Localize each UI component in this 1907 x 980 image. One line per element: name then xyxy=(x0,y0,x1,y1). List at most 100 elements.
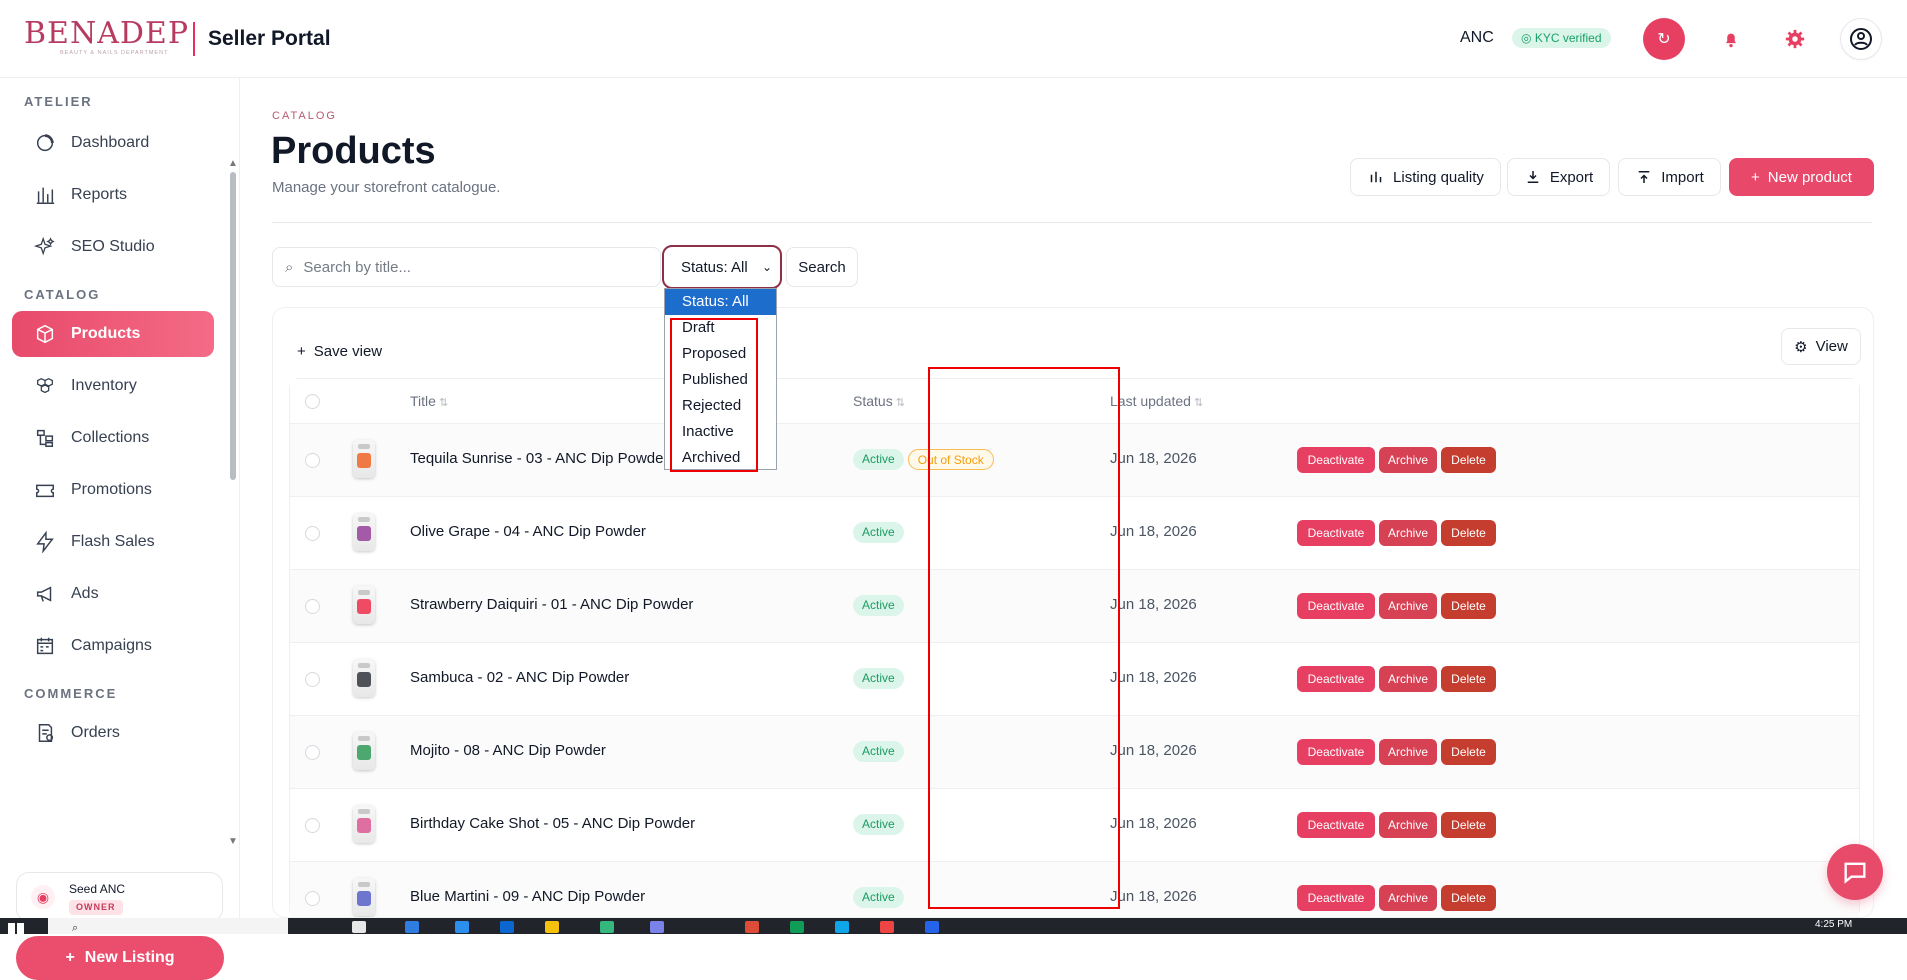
store-icon[interactable] xyxy=(455,921,469,933)
product-title[interactable]: Strawberry Daiquiri - 01 - ANC Dip Powde… xyxy=(410,596,693,613)
product-title[interactable]: Tequila Sunrise - 03 - ANC Dip Powder xyxy=(410,450,668,467)
sidebar-scrollbar[interactable]: ▲ ▼ xyxy=(227,156,239,852)
status-option-all[interactable]: Status: All xyxy=(665,289,776,315)
account-card[interactable]: ◉ Seed ANC OWNER xyxy=(16,872,223,922)
title-search[interactable]: ⌕ xyxy=(272,247,661,287)
teams-icon[interactable] xyxy=(650,921,664,933)
view-options-button[interactable]: ⚙ View xyxy=(1781,328,1861,365)
select-all-checkbox[interactable] xyxy=(305,394,320,409)
product-thumbnail[interactable] xyxy=(353,586,375,624)
scroll-thumb[interactable] xyxy=(230,172,236,480)
delete-button[interactable]: Delete xyxy=(1441,520,1496,546)
taskbar-search[interactable]: ⌕ xyxy=(48,918,288,934)
sidebar-item-dashboard[interactable]: Dashboard xyxy=(12,120,214,166)
deactivate-button[interactable]: Deactivate xyxy=(1297,447,1375,473)
archive-button[interactable]: Archive xyxy=(1379,812,1437,838)
export-button[interactable]: Export xyxy=(1507,158,1610,196)
sidebar-item-products[interactable]: Products xyxy=(12,311,214,357)
sidebar-item-collections[interactable]: Collections xyxy=(12,415,214,461)
deactivate-button[interactable]: Deactivate xyxy=(1297,593,1375,619)
file-explorer-icon[interactable] xyxy=(352,921,366,933)
chrome-icon[interactable] xyxy=(745,921,759,933)
sidebar-item-promotions[interactable]: Promotions xyxy=(12,467,214,513)
row-actions: Deactivate Archive Delete xyxy=(1297,885,1496,911)
app-green-icon[interactable] xyxy=(790,921,804,933)
chat-button[interactable] xyxy=(1827,844,1883,900)
row-select-radio[interactable] xyxy=(305,818,320,833)
profile-button[interactable] xyxy=(1840,18,1882,60)
brand-logo[interactable]: BENADEP BEAUTY & NAILS DEPARTMENT xyxy=(24,16,188,60)
delete-button[interactable]: Delete xyxy=(1441,885,1496,911)
product-thumbnail[interactable] xyxy=(353,440,375,478)
app-icon[interactable] xyxy=(600,921,614,933)
save-view-button[interactable]: + Save view xyxy=(297,343,382,360)
delete-button[interactable]: Delete xyxy=(1441,593,1496,619)
search-button[interactable]: Search xyxy=(786,247,858,287)
product-title[interactable]: Blue Martini - 09 - ANC Dip Powder xyxy=(410,888,645,905)
sidebar-item-seo-studio[interactable]: SEO Studio xyxy=(12,224,214,270)
column-status[interactable]: Status xyxy=(853,393,905,409)
files-icon[interactable] xyxy=(545,921,559,933)
product-title[interactable]: Sambuca - 02 - ANC Dip Powder xyxy=(410,669,629,686)
delete-button[interactable]: Delete xyxy=(1441,812,1496,838)
product-thumbnail[interactable] xyxy=(353,805,375,843)
settings-button[interactable] xyxy=(1774,18,1816,60)
product-title[interactable]: Mojito - 08 - ANC Dip Powder xyxy=(410,742,606,759)
windows-start-icon[interactable] xyxy=(8,923,24,934)
deactivate-button[interactable]: Deactivate xyxy=(1297,885,1375,911)
chevron-down-icon: ⌄ xyxy=(761,260,772,274)
search-input[interactable] xyxy=(303,258,634,276)
delete-button[interactable]: Delete xyxy=(1441,447,1496,473)
product-thumbnail[interactable] xyxy=(353,513,375,551)
listing-quality-button[interactable]: Listing quality xyxy=(1350,158,1501,196)
deactivate-button[interactable]: Deactivate xyxy=(1297,520,1375,546)
new-listing-button[interactable]: + New Listing xyxy=(16,936,224,980)
notifications-button[interactable] xyxy=(1710,18,1752,60)
row-select-radio[interactable] xyxy=(305,526,320,541)
delete-button[interactable]: Delete xyxy=(1441,739,1496,765)
delete-button[interactable]: Delete xyxy=(1441,666,1496,692)
archive-button[interactable]: Archive xyxy=(1379,666,1437,692)
scroll-down-icon[interactable]: ▼ xyxy=(228,836,238,847)
row-select-radio[interactable] xyxy=(305,891,320,906)
row-select-radio[interactable] xyxy=(305,745,320,760)
sidebar-item-inventory[interactable]: Inventory xyxy=(12,363,214,409)
deactivate-button[interactable]: Deactivate xyxy=(1297,812,1375,838)
new-product-button[interactable]: + New product xyxy=(1729,158,1874,196)
app-dark-blue-icon[interactable] xyxy=(925,921,939,933)
row-select-radio[interactable] xyxy=(305,599,320,614)
download-icon xyxy=(1527,171,1539,183)
archive-button[interactable]: Archive xyxy=(1379,593,1437,619)
sidebar-item-ads[interactable]: Ads xyxy=(12,571,214,617)
archive-button[interactable]: Archive xyxy=(1379,520,1437,546)
archive-button[interactable]: Archive xyxy=(1379,447,1437,473)
edge-icon[interactable] xyxy=(405,921,419,933)
scroll-up-icon[interactable]: ▲ xyxy=(228,158,238,169)
status-filter-select[interactable]: Status: All ⌄ xyxy=(662,245,782,289)
sync-button[interactable]: ↻ xyxy=(1643,18,1685,60)
product-title[interactable]: Olive Grape - 04 - ANC Dip Powder xyxy=(410,523,646,540)
product-thumbnail[interactable] xyxy=(353,878,375,916)
sidebar-item-campaigns[interactable]: Campaigns xyxy=(12,623,214,669)
deactivate-button[interactable]: Deactivate xyxy=(1297,666,1375,692)
sidebar-item-flash-sales[interactable]: Flash Sales xyxy=(12,519,214,565)
app-blue-icon[interactable] xyxy=(835,921,849,933)
column-title[interactable]: Title xyxy=(410,393,448,409)
row-actions: Deactivate Archive Delete xyxy=(1297,593,1496,619)
sidebar-item-reports[interactable]: Reports xyxy=(12,172,214,218)
column-last-updated[interactable]: Last updated xyxy=(1110,393,1203,409)
row-select-radio[interactable] xyxy=(305,672,320,687)
archive-button[interactable]: Archive xyxy=(1379,885,1437,911)
archive-button[interactable]: Archive xyxy=(1379,739,1437,765)
app-red-icon[interactable] xyxy=(880,921,894,933)
import-button[interactable]: Import xyxy=(1618,158,1721,196)
sidebar-item-orders[interactable]: Orders xyxy=(12,710,214,756)
windows-taskbar: ⌕ 4:25 PM xyxy=(0,918,1907,934)
product-thumbnail[interactable] xyxy=(353,659,375,697)
taskbar-clock: 4:25 PM xyxy=(1815,919,1853,930)
deactivate-button[interactable]: Deactivate xyxy=(1297,739,1375,765)
mail-icon[interactable] xyxy=(500,921,514,933)
row-select-radio[interactable] xyxy=(305,453,320,468)
product-title[interactable]: Birthday Cake Shot - 05 - ANC Dip Powder xyxy=(410,815,695,832)
product-thumbnail[interactable] xyxy=(353,732,375,770)
